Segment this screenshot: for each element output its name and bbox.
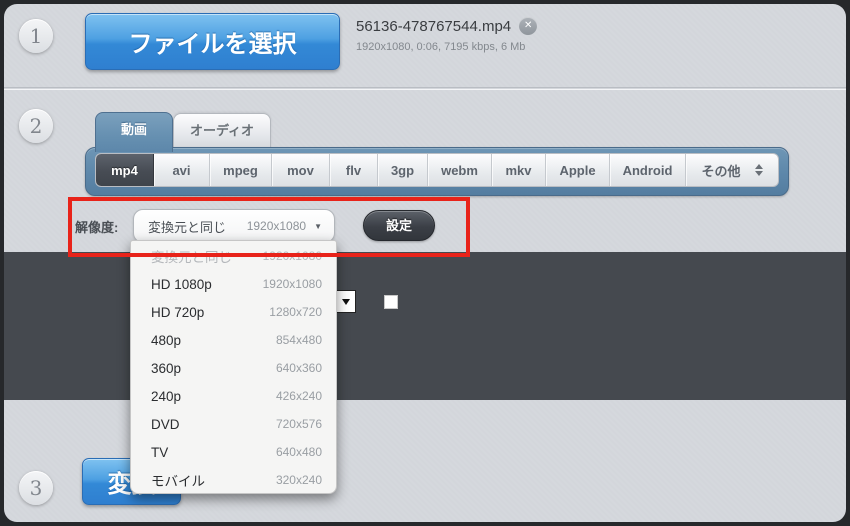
step-2-number: 2 [29, 114, 43, 138]
select-file-button[interactable]: ファイルを選択 [85, 13, 340, 70]
format-mpeg[interactable]: mpeg [210, 154, 272, 186]
dropdown-option-360p[interactable]: 360p 640x360 [131, 354, 336, 382]
file-info: 56136-478767544.mp4 ✕ 1920x1080, 0:06, 7… [356, 17, 538, 53]
format-mkv[interactable]: mkv [492, 154, 546, 186]
step-1-number: 1 [29, 24, 43, 48]
dropdown-option-mobile[interactable]: モバイル 320x240 [131, 466, 336, 493]
resolution-select[interactable]: 変換元と同じ 1920x1080 ▼ [133, 209, 335, 243]
dropdown-option-480p[interactable]: 480p 854x480 [131, 326, 336, 354]
chevron-down-icon: ▼ [314, 221, 322, 231]
format-apple[interactable]: Apple [546, 154, 610, 186]
file-meta: 1920x1080, 0:06, 7195 kbps, 6 Mb [356, 41, 526, 53]
resolution-dropdown: 変換元と同じ 1920x1080 HD 1080p 1920x1080 HD 7… [130, 240, 337, 494]
resolution-selected-value: 1920x1080 [246, 219, 307, 233]
format-other[interactable]: その他 [686, 154, 778, 186]
dropdown-option-dvd[interactable]: DVD 720x576 [131, 410, 336, 438]
resolution-label: 解像度: [75, 220, 119, 235]
format-mov[interactable]: mov [272, 154, 330, 186]
dropdown-option-hd1080p[interactable]: HD 1080p 1920x1080 [131, 270, 336, 298]
format-mp4[interactable]: mp4 [96, 154, 154, 186]
file-name: 56136-478767544.mp4 [356, 17, 512, 35]
dropdown-option-same-as-source[interactable]: 変換元と同じ 1920x1080 [131, 242, 336, 270]
section-file-select: 1 ファイルを選択 56136-478767544.mp4 ✕ 1920x108… [4, 4, 846, 88]
format-panel: mp4 avi mpeg mov flv 3gp webm mkv Apple … [85, 147, 789, 196]
step-2-badge: 2 [19, 109, 53, 143]
dropdown-option-hd720p[interactable]: HD 720p 1280x720 [131, 298, 336, 326]
converter-app: 1 ファイルを選択 56136-478767544.mp4 ✕ 1920x108… [4, 4, 846, 522]
format-android[interactable]: Android [610, 154, 686, 186]
tab-video[interactable]: 動画 [95, 112, 173, 152]
step-3-number: 3 [29, 476, 43, 500]
format-webm[interactable]: webm [428, 154, 492, 186]
format-bar: mp4 avi mpeg mov flv 3gp webm mkv Apple … [95, 153, 779, 187]
tab-audio[interactable]: オーディオ [173, 113, 271, 148]
format-3gp[interactable]: 3gp [378, 154, 428, 186]
format-avi[interactable]: avi [154, 154, 210, 186]
format-other-label: その他 [701, 163, 741, 179]
step-3-badge: 3 [19, 471, 53, 505]
dropdown-option-tv[interactable]: TV 640x480 [131, 438, 336, 466]
resolution-selected-name: 変換元と同じ [148, 219, 227, 235]
audio-codec-select-arrow[interactable] [336, 290, 356, 313]
no-audio-checkbox[interactable] [384, 295, 398, 309]
format-flv[interactable]: flv [330, 154, 378, 186]
more-formats-icon[interactable] [754, 164, 763, 176]
dropdown-option-240p[interactable]: 240p 426x240 [131, 382, 336, 410]
step-1-badge: 1 [19, 19, 53, 53]
settings-button[interactable]: 設定 [363, 210, 435, 241]
remove-file-icon[interactable]: ✕ [519, 17, 538, 35]
